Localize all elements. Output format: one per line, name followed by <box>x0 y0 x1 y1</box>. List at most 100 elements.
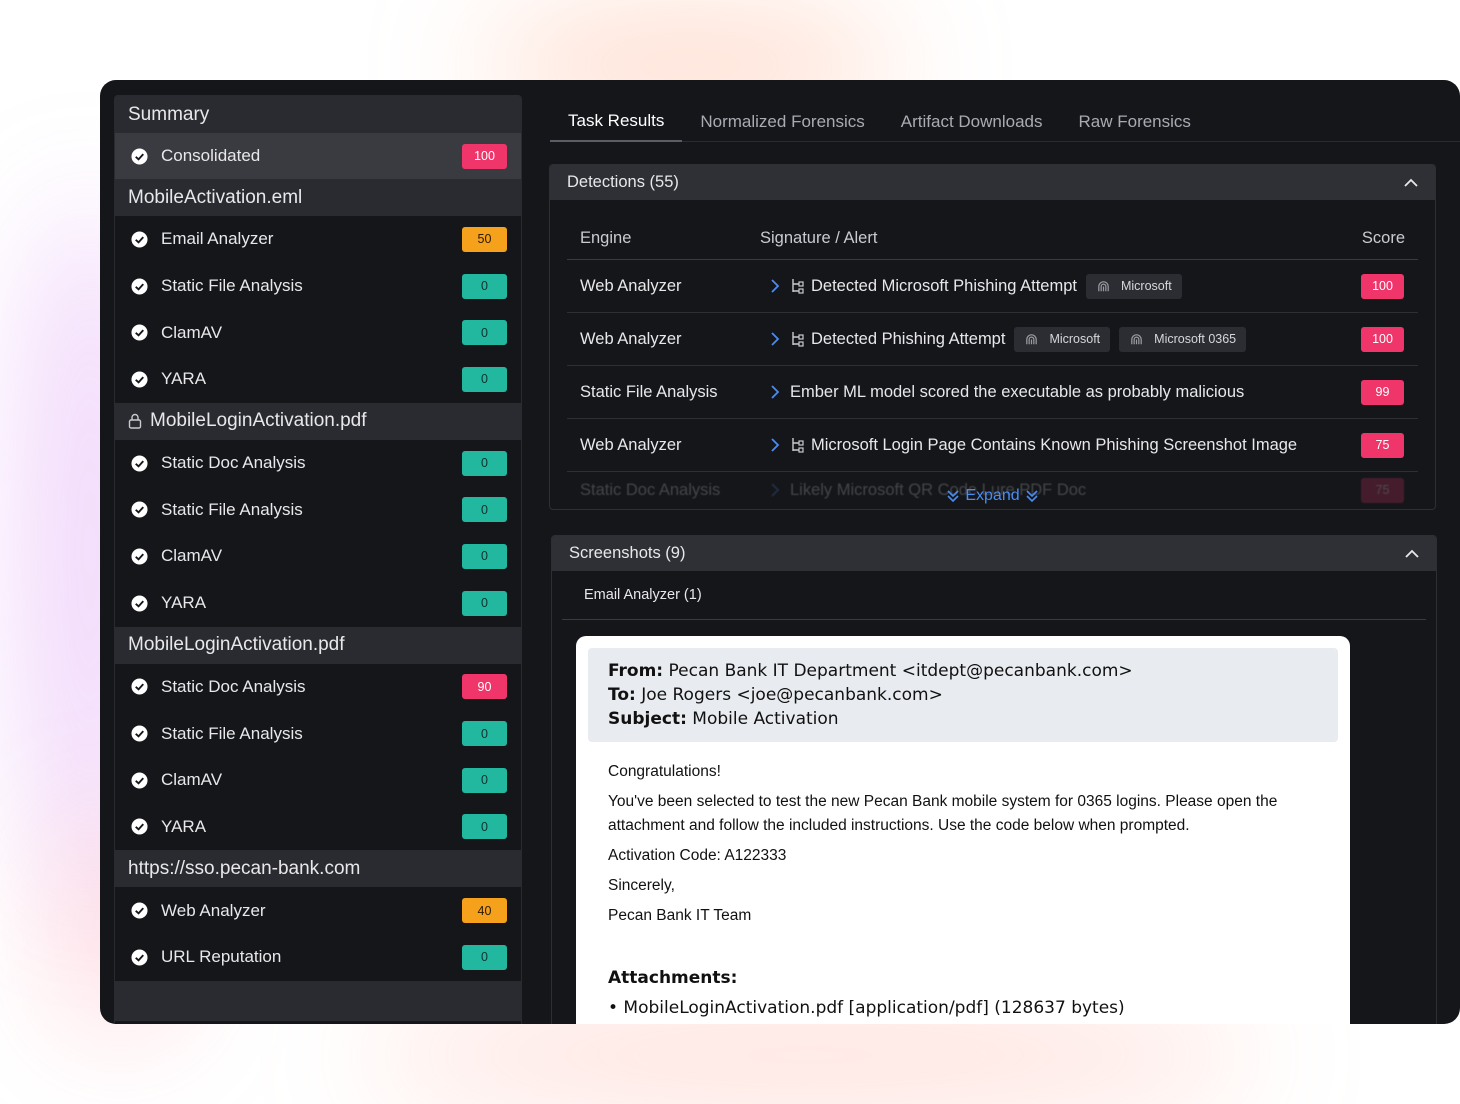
check-circle-icon <box>131 949 148 966</box>
col-engine[interactable]: Engine <box>567 229 760 248</box>
sidebar-item[interactable]: Static Doc Analysis 90 <box>115 664 521 711</box>
sidebar-item-label: ClamAV <box>161 770 223 790</box>
col-signature[interactable]: Signature / Alert <box>760 229 1348 248</box>
tag-label: Microsoft 0365 <box>1154 332 1237 346</box>
attachment-item: • MobileLoginActivation.pdf [application… <box>608 998 1125 1018</box>
email-body: Congratulations! You've been selected to… <box>576 742 1350 1020</box>
sidebar-item[interactable]: YARA 0 <box>115 804 521 851</box>
sidebar-item[interactable]: ClamAV 0 <box>115 309 521 356</box>
row-score: 99 <box>1348 379 1418 405</box>
check-circle-icon <box>131 501 148 518</box>
email-header: From: Pecan Bank IT Department <itdept@p… <box>588 648 1338 742</box>
to-value: Joe Rogers <joe@pecanbank.com> <box>641 685 943 705</box>
double-chevron-down-icon <box>1026 490 1038 503</box>
sidebar-item[interactable]: YARA 0 <box>115 356 521 403</box>
row-signature: Detected Phishing Attempt Microsoft Micros… <box>760 326 1348 352</box>
email-line: Activation Code: A122333 <box>608 847 787 864</box>
sidebar-group-title: MobileLoginActivation.pdf <box>150 410 367 432</box>
sidebar-item-label: ClamAV <box>161 546 223 566</box>
sidebar-item-label: YARA <box>161 593 207 613</box>
chevron-up-icon[interactable] <box>1404 178 1418 187</box>
to-label: To: <box>608 685 636 705</box>
score-badge: 0 <box>462 543 507 569</box>
sidebar-item-label: Consolidated <box>161 146 261 165</box>
task-sidebar: Summary Consolidated 100 MobileActivation.e… <box>114 95 522 1024</box>
check-circle-icon <box>131 818 148 835</box>
table-row[interactable]: Web Analyzer Microsoft Login Page Contai… <box>567 419 1418 472</box>
chevron-right-icon[interactable] <box>770 438 780 452</box>
sidebar-item-label: YARA <box>161 369 207 389</box>
sidebar-group-header: Summary <box>115 96 521 133</box>
chevron-right-icon[interactable] <box>770 385 780 399</box>
fingerprint-icon <box>1026 333 1038 344</box>
email-from: From: Pecan Bank IT Department <itdept@p… <box>608 659 1318 683</box>
sidebar-item-label: Web Analyzer <box>161 900 266 920</box>
tag-pill[interactable]: Microsoft <box>1014 326 1111 352</box>
sidebar-item[interactable]: Static Doc Analysis 0 <box>115 440 521 487</box>
sidebar-item[interactable]: URL Reputation 0 <box>115 934 521 981</box>
row-signature-text: Detected Phishing Attempt <box>811 329 1006 348</box>
chevron-up-icon[interactable] <box>1405 549 1419 558</box>
row-engine: Web Analyzer <box>580 435 682 454</box>
lock-icon <box>128 414 142 429</box>
score-badge: 0 <box>462 590 507 616</box>
table-row[interactable]: Static File Analysis Ember ML model scor… <box>567 366 1418 419</box>
table-row[interactable]: Web Analyzer Detected Phishing Attempt Mi… <box>567 313 1418 366</box>
sidebar-item[interactable]: YARA 0 <box>115 580 521 627</box>
score-badge: 100 <box>462 143 507 169</box>
sidebar-item-label: URL Reputation <box>161 947 282 967</box>
sidebar-item[interactable]: Email Analyzer 50 <box>115 216 521 263</box>
tab-item[interactable]: Raw Forensics <box>1061 102 1209 142</box>
chevron-right-icon[interactable] <box>770 332 780 346</box>
row-signature: Ember ML model scored the executable as … <box>760 383 1348 402</box>
detections-title: Detections (55) <box>567 173 679 191</box>
score-badge: 0 <box>462 366 507 392</box>
sidebar-item[interactable]: Static File Analysis 0 <box>115 486 521 533</box>
sidebar-item[interactable]: ClamAV 0 <box>115 757 521 804</box>
check-circle-icon <box>131 371 148 388</box>
tab-item[interactable]: Artifact Downloads <box>883 102 1061 142</box>
col-score[interactable]: Score <box>1348 229 1418 248</box>
sidebar-item-label: Static Doc Analysis <box>161 676 306 696</box>
tab-item[interactable]: Normalized Forensics <box>682 102 882 142</box>
row-signature: Microsoft Login Page Contains Known Phis… <box>760 436 1348 455</box>
detections-table: Engine Signature / Alert Score Web Analy… <box>567 200 1418 508</box>
sidebar-item[interactable]: Static File Analysis 0 <box>115 263 521 310</box>
check-circle-icon <box>131 278 148 295</box>
tree-icon <box>792 332 804 347</box>
sidebar-item-label: Static Doc Analysis <box>161 453 306 473</box>
screenshots-header[interactable]: Screenshots (9) <box>552 536 1436 571</box>
fingerprint-icon <box>1131 333 1142 344</box>
score-badge: 50 <box>462 226 507 252</box>
tag-pill[interactable]: Microsoft 0365 <box>1119 326 1247 352</box>
chevron-right-icon[interactable] <box>770 279 780 293</box>
sidebar-item[interactable]: ClamAV 0 <box>115 533 521 580</box>
tag-label: Microsoft <box>1120 279 1172 293</box>
sidebar-group-title: MobileLoginActivation.pdf <box>128 634 345 655</box>
sidebar-group-header: MobileLoginActivation.pdf <box>115 626 521 664</box>
tab-email-analyzer[interactable]: Email Analyzer (1) <box>562 571 1426 620</box>
detections-header[interactable]: Detections (55) <box>550 165 1435 200</box>
table-row[interactable]: Web Analyzer Detected Microsoft Phishing… <box>567 260 1418 313</box>
score-badge: 75 <box>1361 432 1404 458</box>
row-signature: Detected Microsoft Phishing Attempt Micro… <box>760 273 1348 299</box>
tag-pill[interactable]: Microsoft <box>1085 273 1182 299</box>
row-engine: Web Analyzer <box>580 329 682 348</box>
sidebar-item-label: Static File Analysis <box>161 276 303 296</box>
sidebar-item-label: Static File Analysis <box>161 723 303 743</box>
screenshots-panel: Screenshots (9) Email Analyzer (1) From:… <box>551 535 1437 1024</box>
sidebar-item[interactable]: Web Analyzer 40 <box>115 887 521 934</box>
sidebar-item-label: Static File Analysis <box>161 499 303 519</box>
email-line: You've been selected to test the new Pec… <box>608 793 1278 834</box>
tab-item[interactable]: Task Results <box>550 102 683 142</box>
from-value: Pecan Bank IT Department <itdept@pecanba… <box>668 661 1133 681</box>
sidebar-item[interactable]: Consolidated 100 <box>115 133 521 179</box>
sidebar-item-label: YARA <box>161 816 207 836</box>
check-circle-icon <box>131 324 148 341</box>
result-tabs: Task Results Normalized Forensics Artifact… <box>550 102 1460 142</box>
expand-button[interactable]: Expand <box>550 485 1435 507</box>
sidebar-item[interactable]: Static File Analysis 0 <box>115 710 521 757</box>
screenshots-title: Screenshots (9) <box>569 544 686 562</box>
detections-panel: Detections (55) Engine Signature / Alert… <box>549 164 1436 510</box>
score-badge: 0 <box>462 767 507 793</box>
